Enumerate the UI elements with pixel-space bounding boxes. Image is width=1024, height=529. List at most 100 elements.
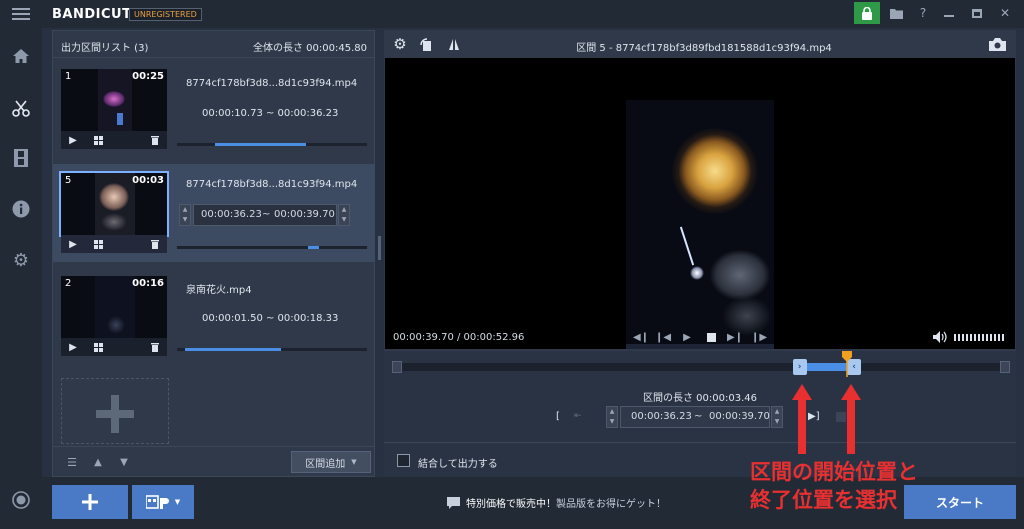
app-logo: BANDICUT: [52, 7, 132, 22]
end-time-stepper[interactable]: ▲ ▼: [771, 406, 783, 428]
menu-icon[interactable]: [12, 8, 30, 20]
minimize-icon[interactable]: [940, 4, 958, 22]
end-time-stepper[interactable]: ▲ ▼: [338, 204, 350, 226]
camera-icon[interactable]: [988, 36, 1006, 52]
unregistered-badge[interactable]: UNREGISTERED: [129, 8, 202, 21]
start-handle[interactable]: ›: [792, 359, 807, 375]
clear-list-icon[interactable]: ☰: [61, 455, 83, 469]
flip-icon[interactable]: [446, 36, 462, 52]
stop-icon[interactable]: [704, 330, 718, 344]
item-progress: [177, 348, 367, 351]
start-button[interactable]: スタート: [904, 485, 1016, 519]
item-number: 5: [65, 175, 72, 186]
help-icon[interactable]: ?: [914, 4, 932, 22]
item-progress: [177, 143, 367, 146]
promo-banner[interactable]: 特別価格で販売中！ 製品版をお得にゲット！: [447, 495, 666, 510]
item-duration: 00:25: [132, 71, 164, 82]
divider: [384, 442, 1016, 443]
thumb-toolbar: ▶: [61, 131, 167, 149]
rotate-icon[interactable]: [418, 36, 434, 52]
range-separator: ~: [262, 209, 271, 220]
maximize-icon[interactable]: [968, 4, 986, 22]
video-format-button[interactable]: ▼: [132, 485, 194, 519]
chevron-down-icon: ▼: [174, 498, 181, 506]
section-range-field[interactable]: 00:00:36.23 ~ 00:00:39.70: [620, 406, 770, 428]
volume-slider[interactable]: [954, 334, 1006, 341]
bandicut-window: BANDICUT UNREGISTERED ? ✕ ⚙ 出力区間リスト (3) …: [0, 0, 1024, 529]
item-progress: [177, 246, 367, 249]
timeline-start-cap: [392, 361, 402, 373]
title-bar: BANDICUT UNREGISTERED ? ✕: [0, 0, 1024, 28]
time-display: 00:00:39.70 / 00:00:52.96: [393, 332, 525, 343]
range-field[interactable]: 00:00:36.23 ~ 00:00:39.70: [193, 204, 337, 226]
section-end[interactable]: 00:00:39.70: [709, 411, 770, 422]
record-icon[interactable]: [11, 490, 31, 510]
grid-icon[interactable]: [93, 135, 103, 145]
prev-frame-icon[interactable]: ◀❙: [632, 330, 650, 344]
sidebar: ⚙: [0, 28, 42, 529]
annotation-line: 終了位置を選択: [750, 488, 897, 512]
delete-icon[interactable]: [149, 341, 161, 353]
merge-label: 結合して出力する: [418, 459, 498, 470]
bracket-left-icon[interactable]: [: [556, 411, 560, 422]
gear-icon[interactable]: ⚙: [392, 35, 408, 53]
item-filename: 8774cf178bf3d8...8d1c93f94.mp4: [186, 78, 358, 89]
thumb-toolbar: ▶: [61, 235, 167, 253]
home-icon[interactable]: [11, 47, 31, 65]
folder-icon[interactable]: [887, 4, 905, 22]
item-duration: 00:03: [132, 175, 164, 186]
delete-icon[interactable]: [149, 238, 161, 250]
panel-splitter[interactable]: [378, 236, 381, 260]
close-icon[interactable]: ✕: [996, 4, 1014, 22]
merge-checkbox[interactable]: [397, 454, 410, 467]
section-item[interactable]: 1 00:25 ▶ 8774cf178bf3d8...8d1c93f94.mp4…: [53, 60, 375, 158]
list-title: 出力区間リスト (3): [61, 43, 149, 54]
video-format-icon: [145, 495, 169, 509]
video-toolbar: ⚙ 区間 5 - 8774cf178bf3d89fbd181588d1c93f9…: [384, 30, 1016, 58]
add-section-button[interactable]: 区間追加 ▼: [291, 451, 371, 473]
volume-icon[interactable]: [932, 330, 948, 344]
video-player[interactable]: [385, 58, 1015, 349]
start-time-stepper[interactable]: ▲ ▼: [606, 406, 618, 428]
item-range: 00:00:01.50 ~ 00:00:18.33: [202, 313, 339, 324]
timeline-track[interactable]: › ‹: [392, 351, 1010, 377]
move-down-icon[interactable]: ▼: [117, 455, 131, 469]
arrow-up-icon: [840, 384, 862, 454]
lock-icon[interactable]: [854, 2, 880, 24]
section-range-separator: ~: [694, 411, 703, 422]
start-time-stepper[interactable]: ▲ ▼: [179, 204, 191, 226]
step-forward-icon[interactable]: ▶❙: [727, 330, 743, 344]
film-icon[interactable]: [11, 148, 31, 168]
next-frame-icon[interactable]: ❙▶: [750, 330, 768, 344]
delete-icon[interactable]: [149, 134, 161, 146]
grid-icon[interactable]: [93, 239, 103, 249]
step-back-icon[interactable]: ❙◀: [655, 330, 671, 344]
thumb-toolbar: ▶: [61, 338, 167, 356]
move-up-icon[interactable]: ▲: [91, 455, 105, 469]
info-icon[interactable]: [11, 199, 31, 219]
plus-icon: [82, 494, 98, 510]
section-item-selected[interactable]: 5 00:03 ▶ 8774cf178bf3d8...8d1c93f94.mp4…: [53, 164, 375, 262]
grid-icon[interactable]: [93, 342, 103, 352]
cut-icon[interactable]: [11, 98, 31, 118]
play-icon[interactable]: ▶: [67, 341, 79, 353]
playhead-marker[interactable]: [842, 351, 853, 377]
settings-icon[interactable]: ⚙: [11, 250, 31, 271]
item-number: 1: [65, 71, 72, 82]
timeline-end-cap: [1000, 361, 1010, 373]
section-item[interactable]: 2 00:16 ▶ 泉南花火.mp4 00:00:01.50 ~ 00:00:1…: [53, 267, 375, 365]
jump-start-icon[interactable]: ⇤: [574, 407, 588, 425]
add-file-slot[interactable]: [61, 378, 169, 444]
chevron-down-icon: ▼: [351, 458, 357, 466]
thumbnail: 1 00:25: [61, 69, 167, 131]
play-icon[interactable]: ▶: [680, 330, 694, 344]
play-icon[interactable]: ▶: [67, 238, 79, 250]
add-file-button[interactable]: [52, 485, 128, 519]
range-start[interactable]: 00:00:36.23: [201, 209, 262, 220]
video-panel: ⚙ 区間 5 - 8774cf178bf3d89fbd181588d1c93f9…: [384, 30, 1016, 477]
range-end[interactable]: 00:00:39.70: [274, 209, 335, 220]
section-start[interactable]: 00:00:36.23: [631, 411, 692, 422]
play-icon[interactable]: ▶: [67, 134, 79, 146]
arrow-up-icon: [791, 384, 813, 454]
plus-icon[interactable]: [94, 393, 136, 435]
